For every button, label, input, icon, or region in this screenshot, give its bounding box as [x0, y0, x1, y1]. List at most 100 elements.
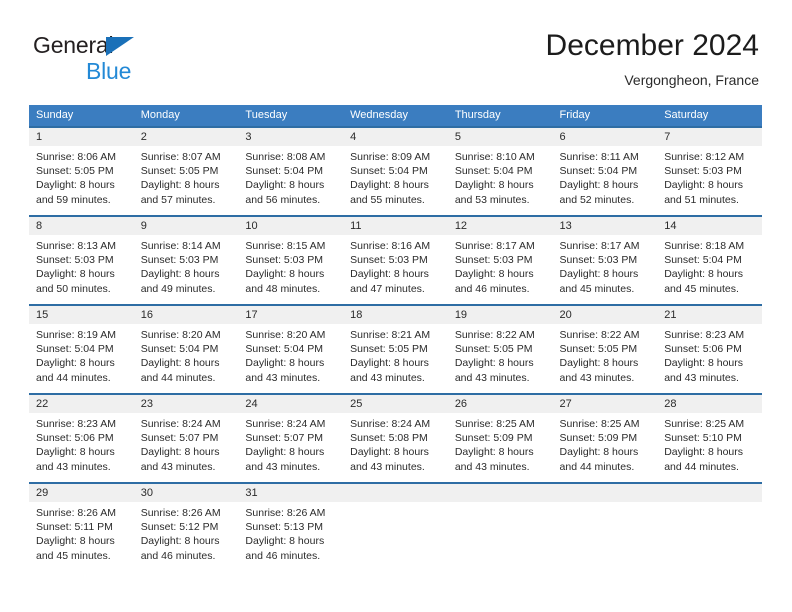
day-cell[interactable]: 17 Sunrise: 8:20 AM Sunset: 5:04 PM Dayligh… — [238, 304, 344, 393]
general-blue-logo[interactable]: General Blue — [33, 32, 263, 88]
day-details: Sunrise: 8:25 AM Sunset: 5:10 PM Daylight:… — [657, 413, 762, 474]
day-cell-empty — [343, 482, 448, 571]
sunset-text: Sunset: 5:03 PM — [350, 254, 428, 267]
sunset-text: Sunset: 5:12 PM — [140, 521, 219, 534]
daylight-text-line2: and 45 minutes. — [36, 549, 111, 562]
logo-triangle-icon — [106, 37, 134, 56]
daylight-text-line2: and 52 minutes. — [559, 193, 635, 206]
calendar-cell: 3 Sunrise: 8:08 AM Sunset: 5:04 PM Daylight… — [238, 126, 344, 215]
day-number: 7 — [657, 128, 762, 146]
day-details: Sunrise: 8:11 AM Sunset: 5:04 PM Daylight:… — [553, 146, 658, 207]
daylight-text-line1: Daylight: 8 hours — [140, 446, 220, 459]
daylight-text-line1: Daylight: 8 hours — [559, 268, 639, 281]
day-cell[interactable]: 5 Sunrise: 8:10 AM Sunset: 5:04 PM Daylight… — [447, 126, 553, 215]
title-block: December 2024 Vergongheon, France — [546, 28, 759, 90]
calendar-cell: 17 Sunrise: 8:20 AM Sunset: 5:04 PM Dayligh… — [238, 304, 344, 393]
sunset-text: Sunset: 5:05 PM — [140, 165, 219, 178]
sunrise-text: Sunrise: 8:19 AM — [36, 329, 116, 341]
sunrise-text: Sunrise: 8:20 AM — [245, 329, 326, 341]
day-cell[interactable]: 29 Sunrise: 8:26 AM Sunset: 5:11 PM Dayligh… — [29, 482, 134, 571]
day-number: 15 — [29, 306, 134, 324]
daylight-text-line2: and 47 minutes. — [350, 282, 425, 295]
day-cell[interactable]: 14 Sunrise: 8:18 AM Sunset: 5:04 PM Dayligh… — [657, 215, 762, 304]
daylight-text-line2: and 59 minutes. — [36, 193, 111, 206]
day-cell[interactable]: 30 Sunrise: 8:26 AM Sunset: 5:12 PM Dayligh… — [133, 482, 239, 571]
day-cell[interactable]: 23 Sunrise: 8:24 AM Sunset: 5:07 PM Dayligh… — [133, 393, 239, 482]
day-cell[interactable]: 26 Sunrise: 8:25 AM Sunset: 5:09 PM Dayligh… — [447, 393, 553, 482]
calendar-cell: 23 Sunrise: 8:24 AM Sunset: 5:07 PM Dayligh… — [133, 393, 239, 482]
sunrise-text: Sunrise: 8:07 AM — [140, 151, 221, 163]
day-cell[interactable]: 4 Sunrise: 8:09 AM Sunset: 5:04 PM Daylight… — [343, 126, 448, 215]
weekday-header-saturday: Saturday — [657, 105, 762, 126]
day-number: 12 — [447, 217, 553, 235]
calendar-cell: 9 Sunrise: 8:14 AM Sunset: 5:03 PM Daylight… — [133, 215, 239, 304]
calendar-table: Sunday Monday Tuesday Wednesday Thursday… — [29, 105, 762, 571]
calendar-header-row: Sunday Monday Tuesday Wednesday Thursday… — [29, 105, 762, 126]
day-cell[interactable]: 20 Sunrise: 8:22 AM Sunset: 5:05 PM Dayligh… — [552, 304, 658, 393]
day-cell[interactable]: 22 Sunrise: 8:23 AM Sunset: 5:06 PM Dayligh… — [29, 393, 134, 482]
day-cell[interactable]: 19 Sunrise: 8:22 AM Sunset: 5:05 PM Dayligh… — [447, 304, 553, 393]
daylight-text-line2: and 43 minutes. — [350, 371, 425, 384]
daylight-text-line1: Daylight: 8 hours — [559, 357, 639, 370]
day-number: 1 — [29, 128, 134, 146]
day-number: 22 — [29, 395, 134, 413]
day-details: Sunrise: 8:08 AM Sunset: 5:04 PM Daylight:… — [238, 146, 343, 207]
sunrise-text: Sunrise: 8:15 AM — [245, 240, 326, 252]
day-cell[interactable]: 2 Sunrise: 8:07 AM Sunset: 5:05 PM Daylight… — [133, 126, 239, 215]
calendar-week-row: 1 Sunrise: 8:06 AM Sunset: 5:05 PM Daylight… — [29, 126, 762, 215]
daylight-text-line1: Daylight: 8 hours — [454, 357, 534, 370]
daylight-text-line2: and 49 minutes. — [140, 282, 216, 295]
day-cell[interactable]: 15 Sunrise: 8:19 AM Sunset: 5:04 PM Dayligh… — [29, 304, 134, 393]
calendar-cell: 12 Sunrise: 8:17 AM Sunset: 5:03 PM Dayligh… — [447, 215, 553, 304]
day-cell[interactable]: 6 Sunrise: 8:11 AM Sunset: 5:04 PM Daylight… — [552, 126, 658, 215]
day-cell[interactable]: 11 Sunrise: 8:16 AM Sunset: 5:03 PM Dayligh… — [343, 215, 448, 304]
day-cell[interactable]: 12 Sunrise: 8:17 AM Sunset: 5:03 PM Dayligh… — [447, 215, 553, 304]
calendar-cell: 15 Sunrise: 8:19 AM Sunset: 5:04 PM Dayligh… — [29, 304, 134, 393]
daylight-text-line1: Daylight: 8 hours — [36, 268, 115, 281]
sunrise-text: Sunrise: 8:14 AM — [140, 240, 221, 252]
day-number: 24 — [238, 395, 344, 413]
sunrise-text: Sunrise: 8:08 AM — [245, 151, 326, 163]
page-title: December 2024 — [545, 29, 759, 62]
sunset-text: Sunset: 5:04 PM — [245, 343, 324, 356]
sunrise-text: Sunrise: 8:23 AM — [36, 418, 116, 430]
day-cell[interactable]: 27 Sunrise: 8:25 AM Sunset: 5:09 PM Dayligh… — [552, 393, 658, 482]
daylight-text-line1: Daylight: 8 hours — [454, 268, 534, 281]
daylight-text-line2: and 45 minutes. — [559, 282, 635, 295]
day-details: Sunrise: 8:06 AM Sunset: 5:05 PM Daylight:… — [29, 146, 134, 207]
daylight-text-line2: and 43 minutes. — [454, 371, 530, 384]
sunrise-text: Sunrise: 8:26 AM — [140, 507, 221, 519]
sunset-text: Sunset: 5:04 PM — [454, 165, 533, 178]
calendar-cell: 16 Sunrise: 8:20 AM Sunset: 5:04 PM Dayligh… — [133, 304, 239, 393]
day-cell[interactable]: 31 Sunrise: 8:26 AM Sunset: 5:13 PM Dayligh… — [238, 482, 344, 571]
calendar-cell: 18 Sunrise: 8:21 AM Sunset: 5:05 PM Dayligh… — [343, 304, 448, 393]
daylight-text-line1: Daylight: 8 hours — [350, 446, 429, 459]
calendar-page: General Blue December 2024 Vergongheon, … — [0, 0, 792, 612]
daylight-text-line2: and 44 minutes. — [36, 371, 111, 384]
day-cell[interactable]: 13 Sunrise: 8:17 AM Sunset: 5:03 PM Dayligh… — [552, 215, 658, 304]
day-number: 10 — [238, 217, 344, 235]
daylight-text-line2: and 45 minutes. — [664, 282, 739, 295]
calendar-cell: 1 Sunrise: 8:06 AM Sunset: 5:05 PM Daylight… — [29, 126, 134, 215]
day-cell[interactable]: 18 Sunrise: 8:21 AM Sunset: 5:05 PM Dayligh… — [343, 304, 448, 393]
sunrise-text: Sunrise: 8:10 AM — [454, 151, 535, 163]
day-cell[interactable]: 8 Sunrise: 8:13 AM Sunset: 5:03 PM Daylight… — [29, 215, 134, 304]
sunrise-text: Sunrise: 8:22 AM — [559, 329, 640, 341]
day-details: Sunrise: 8:23 AM Sunset: 5:06 PM Daylight:… — [657, 324, 762, 385]
calendar-cell: 22 Sunrise: 8:23 AM Sunset: 5:06 PM Dayligh… — [29, 393, 134, 482]
day-cell[interactable]: 16 Sunrise: 8:20 AM Sunset: 5:04 PM Dayligh… — [133, 304, 239, 393]
day-cell[interactable]: 3 Sunrise: 8:08 AM Sunset: 5:04 PM Daylight… — [238, 126, 344, 215]
sunset-text: Sunset: 5:04 PM — [664, 254, 742, 267]
day-cell[interactable]: 9 Sunrise: 8:14 AM Sunset: 5:03 PM Daylight… — [133, 215, 239, 304]
calendar-cell — [552, 482, 658, 571]
sunrise-text: Sunrise: 8:11 AM — [559, 151, 639, 163]
day-cell[interactable]: 25 Sunrise: 8:24 AM Sunset: 5:08 PM Dayligh… — [343, 393, 448, 482]
day-cell[interactable]: 1 Sunrise: 8:06 AM Sunset: 5:05 PM Daylight… — [29, 126, 134, 215]
day-cell[interactable]: 24 Sunrise: 8:24 AM Sunset: 5:07 PM Dayligh… — [238, 393, 344, 482]
daylight-text-line1: Daylight: 8 hours — [454, 179, 534, 192]
day-cell[interactable]: 7 Sunrise: 8:12 AM Sunset: 5:03 PM Daylight… — [657, 126, 762, 215]
day-cell[interactable]: 28 Sunrise: 8:25 AM Sunset: 5:10 PM Dayligh… — [657, 393, 762, 482]
calendar-cell: 29 Sunrise: 8:26 AM Sunset: 5:11 PM Dayligh… — [29, 482, 134, 571]
day-cell[interactable]: 10 Sunrise: 8:15 AM Sunset: 5:03 PM Dayligh… — [238, 215, 344, 304]
day-cell[interactable]: 21 Sunrise: 8:23 AM Sunset: 5:06 PM Dayligh… — [657, 304, 762, 393]
